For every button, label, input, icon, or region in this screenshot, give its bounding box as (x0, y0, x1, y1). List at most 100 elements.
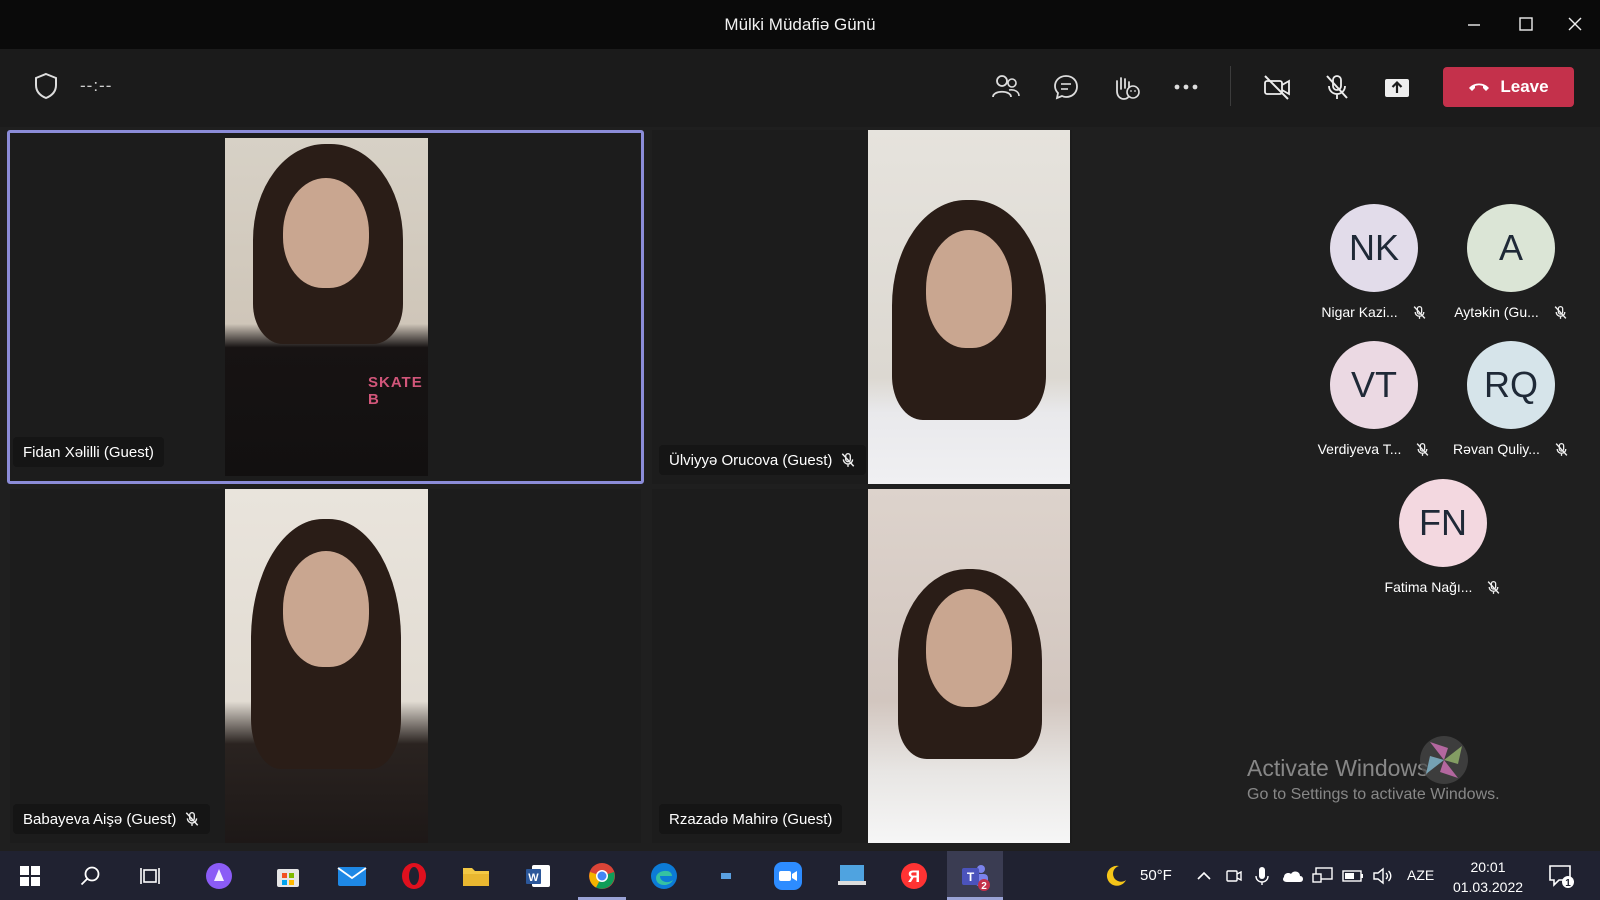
svg-text:T: T (967, 870, 975, 884)
participant-video: SKATE B (225, 138, 428, 476)
notification-icon: 1 (1549, 865, 1574, 889)
edge-icon (651, 863, 677, 889)
start-button[interactable] (14, 860, 46, 892)
minimize-button[interactable] (1460, 10, 1488, 38)
mic-off-icon (1555, 442, 1568, 456)
security-shield-icon[interactable] (28, 68, 64, 104)
chat-button[interactable] (1048, 69, 1084, 105)
participant-name-tag: Rzazadə Mahirə (Guest) (659, 804, 843, 834)
participant-video (225, 489, 428, 843)
task-view-button[interactable] (134, 860, 166, 892)
remote-desktop-icon (838, 865, 866, 885)
avatar: RQ (1467, 341, 1555, 429)
camera-toggle-button[interactable] (1259, 69, 1295, 105)
windows-logo-icon (20, 866, 40, 886)
battery-icon (1342, 870, 1363, 882)
chat-icon (1054, 75, 1078, 100)
participant-fatima[interactable]: FN Fatima Nağı... (1368, 479, 1518, 597)
participant-name: Rəvan Quliy... (1453, 441, 1540, 457)
participant-name: Aytəkin (Gu... (1454, 304, 1539, 320)
battery-button[interactable] (1337, 860, 1369, 892)
taskbar-app-teams[interactable]: T2 (959, 860, 991, 892)
participant-name-tag: Ülviyyə Orucova (Guest) (659, 445, 867, 475)
taskbar-app-small[interactable] (710, 860, 742, 892)
share-tray-icon (1385, 79, 1409, 97)
mic-off-icon (1417, 442, 1429, 456)
taskbar-app-assistant[interactable] (203, 860, 235, 892)
taskbar-app-remote-desktop[interactable] (836, 860, 868, 892)
mail-icon (337, 867, 367, 886)
microphone-in-use-button[interactable] (1246, 860, 1278, 892)
assistant-app-icon (206, 863, 232, 889)
mic-off-icon (1488, 580, 1500, 594)
moon-icon (1106, 865, 1126, 886)
show-hidden-icons-button[interactable] (1188, 860, 1220, 892)
participant-name: Fidan Xəlilli (Guest) (23, 443, 154, 461)
title-bar: Mülki Müdafiə Günü (0, 0, 1600, 49)
onedrive-button[interactable] (1277, 860, 1309, 892)
participant-aytekin[interactable]: A Aytəkin (Gu... (1436, 204, 1586, 322)
windows-taskbar: W Я T2 50°F AZE 20:01 01.03.2022 1 (0, 851, 1600, 900)
taskbar-app-yandex[interactable]: Я (898, 860, 930, 892)
chrome-icon (589, 863, 615, 889)
participant-nigar[interactable]: NK Nigar Kazi... (1299, 204, 1449, 322)
clock[interactable]: 20:01 01.03.2022 (1448, 857, 1528, 897)
participants-button[interactable] (988, 69, 1024, 105)
taskbar-app-file-explorer[interactable] (460, 860, 492, 892)
mic-off-icon (186, 812, 199, 826)
network-button[interactable] (1307, 860, 1339, 892)
participant-revan[interactable]: RQ Rəvan Quliy... (1436, 341, 1586, 459)
participant-name-tag: Fidan Xəlilli (Guest) (13, 437, 164, 467)
people-icon (992, 75, 1020, 98)
meeting-toolbar: --:-- Leave (0, 49, 1600, 127)
close-icon (1568, 17, 1582, 31)
participant-name: Ülviyyə Orucova (Guest) (669, 451, 833, 469)
avatar: NK (1330, 204, 1418, 292)
mic-off-icon (1554, 305, 1567, 319)
more-actions-button[interactable] (1168, 69, 1204, 105)
share-screen-button[interactable] (1379, 69, 1415, 105)
folder-icon (463, 868, 489, 886)
taskbar-app-mail[interactable] (336, 860, 368, 892)
participant-video (868, 489, 1070, 843)
video-tile-babayeva[interactable]: Babayeva Aişə (Guest) (10, 489, 641, 843)
participant-video (868, 130, 1070, 484)
notification-center-button[interactable]: 1 (1545, 860, 1577, 892)
taskbar-app-store[interactable] (272, 860, 304, 892)
participant-verdiyeva[interactable]: VT Verdiyeva T... (1299, 341, 1449, 459)
leave-button[interactable]: Leave (1443, 67, 1574, 107)
taskbar-app-chrome[interactable] (586, 860, 618, 892)
participant-name: Verdiyeva T... (1317, 441, 1402, 457)
search-button[interactable] (74, 860, 106, 892)
taskbar-app-zoom[interactable] (772, 860, 804, 892)
notification-count: 1 (1565, 878, 1571, 889)
camera-off-icon (1264, 75, 1290, 100)
video-tile-fidan[interactable]: SKATE B Fidan Xəlilli (Guest) (10, 133, 641, 481)
reactions-button[interactable] (1108, 69, 1144, 105)
minimize-icon (1468, 24, 1480, 26)
svg-text:W: W (528, 872, 539, 884)
close-button[interactable] (1561, 10, 1589, 38)
zoom-icon (774, 862, 802, 890)
volume-button[interactable] (1367, 860, 1399, 892)
mic-off-icon (1326, 75, 1348, 99)
svg-text:Я: Я (908, 867, 920, 886)
taskbar-app-opera[interactable] (398, 860, 430, 892)
app-icon (721, 873, 731, 879)
input-language[interactable]: AZE (1407, 867, 1434, 883)
search-icon (80, 866, 100, 886)
video-tile-rzazade[interactable]: Rzazadə Mahirə (Guest) (652, 489, 1072, 843)
task-view-icon (140, 868, 160, 884)
taskbar-app-edge[interactable] (648, 860, 680, 892)
toolbar-divider (1230, 66, 1231, 106)
weather-button[interactable] (1100, 860, 1132, 892)
more-icon (1174, 84, 1198, 90)
leave-label: Leave (1500, 77, 1549, 96)
taskbar-app-word[interactable]: W (522, 860, 554, 892)
maximize-button[interactable] (1512, 10, 1540, 38)
mic-toggle-button[interactable] (1319, 69, 1355, 105)
teams-icon: T2 (962, 865, 990, 892)
video-tile-ulviyye[interactable]: Ülviyyə Orucova (Guest) (652, 130, 1072, 484)
cloud-icon (1283, 871, 1303, 882)
window-title: Mülki Müdafiə Günü (724, 15, 876, 34)
